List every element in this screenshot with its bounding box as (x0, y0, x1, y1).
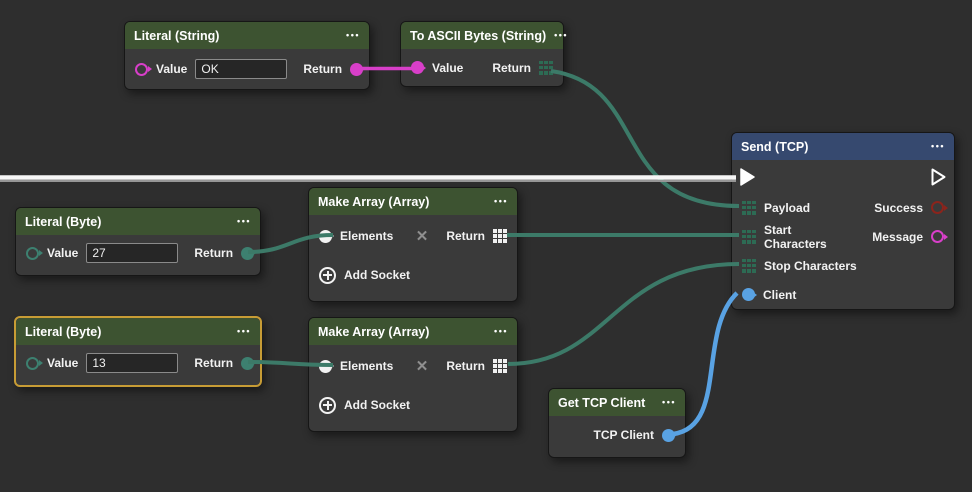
port-value-in[interactable] (135, 63, 148, 76)
wire-array2-to-stop-chars[interactable] (508, 264, 739, 364)
node-title: To ASCII Bytes (String) (410, 29, 546, 43)
value-input[interactable] (195, 59, 287, 79)
value-label: Value (47, 246, 78, 260)
payload-label: Payload (764, 201, 810, 215)
node-header[interactable]: Make Array (Array) ••• (309, 318, 517, 345)
node-header[interactable]: To ASCII Bytes (String) ••• (401, 22, 563, 49)
node-row: Value Return (16, 345, 260, 385)
menu-icon[interactable]: ••• (346, 31, 360, 40)
node-title: Send (TCP) (741, 140, 808, 154)
node-title: Literal (Byte) (25, 325, 101, 339)
value-input[interactable] (86, 243, 178, 263)
menu-icon[interactable]: ••• (494, 197, 508, 206)
node-row: Elements ✕ Return (309, 215, 517, 257)
exec-out-icon[interactable] (931, 168, 946, 186)
menu-icon[interactable]: ••• (494, 327, 508, 336)
node-header[interactable]: Make Array (Array) ••• (309, 188, 517, 215)
port-payload-in[interactable] (742, 201, 756, 215)
node-header[interactable]: Literal (Byte) ••• (16, 208, 260, 235)
node-literal-string-1[interactable]: Literal (String) ••• Value Return (124, 21, 370, 90)
value-label: Value (47, 356, 78, 370)
return-label: Return (303, 62, 342, 76)
node-row: Start Characters Message (732, 222, 954, 251)
port-value-in[interactable] (26, 247, 39, 260)
value-label: Value (156, 62, 187, 76)
return-label: Return (194, 356, 233, 370)
return-label: Return (492, 61, 531, 75)
node-header[interactable]: Get TCP Client ••• (549, 389, 685, 416)
node-header[interactable]: Literal (Byte) ••• (16, 318, 260, 345)
port-tcp-client-out[interactable] (662, 429, 675, 442)
start-characters-label: Start Characters (764, 223, 856, 251)
port-return-array-out[interactable] (493, 359, 507, 373)
node-row: Value Return (16, 235, 260, 275)
return-label: Return (446, 359, 485, 373)
port-value-in[interactable] (26, 357, 39, 370)
node-title: Get TCP Client (558, 396, 645, 410)
remove-socket-icon[interactable]: ✕ (416, 229, 429, 244)
node-make-array-1[interactable]: Make Array (Array) ••• Elements ✕ Return… (308, 187, 518, 302)
menu-icon[interactable]: ••• (931, 142, 945, 151)
value-input[interactable] (86, 353, 178, 373)
node-row: TCP Client (549, 416, 685, 457)
add-socket-icon[interactable] (319, 397, 336, 414)
port-return-array-out[interactable] (493, 229, 507, 243)
node-title: Make Array (Array) (318, 325, 429, 339)
return-label: Return (194, 246, 233, 260)
node-row: Payload Success (732, 193, 954, 222)
node-row: Elements ✕ Return (309, 345, 517, 387)
node-row: Add Socket (309, 387, 517, 431)
node-literal-byte-2[interactable]: Literal (Byte) ••• Value Return (14, 316, 262, 387)
elements-label: Elements (340, 229, 393, 243)
port-client-in[interactable] (742, 288, 755, 301)
node-make-array-2[interactable]: Make Array (Array) ••• Elements ✕ Return… (308, 317, 518, 432)
menu-icon[interactable]: ••• (662, 398, 676, 407)
value-label: Value (432, 61, 463, 75)
node-row: Value Return (401, 49, 563, 86)
add-socket-label[interactable]: Add Socket (344, 268, 410, 282)
success-label: Success (874, 201, 923, 215)
graph-canvas[interactable]: Literal (String) ••• Value Return To ASC… (0, 0, 972, 492)
node-header[interactable]: Send (TCP) ••• (732, 133, 954, 160)
node-title: Make Array (Array) (318, 195, 429, 209)
node-row: Stop Characters (732, 251, 954, 280)
port-stop-characters-in[interactable] (742, 259, 756, 273)
node-literal-byte-1[interactable]: Literal (Byte) ••• Value Return (15, 207, 261, 276)
node-row: Client (732, 280, 954, 309)
tcp-client-label: TCP Client (594, 428, 654, 442)
node-send-tcp[interactable]: Send (TCP) ••• Payload Success Start Cha… (731, 132, 955, 310)
node-title: Literal (Byte) (25, 215, 101, 229)
return-label: Return (446, 229, 485, 243)
node-row: Add Socket (309, 257, 517, 301)
client-label: Client (763, 288, 796, 302)
exec-row (732, 160, 954, 193)
node-to-ascii-bytes[interactable]: To ASCII Bytes (String) ••• Value Return (400, 21, 564, 87)
port-start-characters-in[interactable] (742, 230, 756, 244)
stop-characters-label: Stop Characters (764, 259, 857, 273)
port-message-out[interactable] (931, 230, 944, 243)
exec-in-icon[interactable] (740, 168, 755, 186)
node-header[interactable]: Literal (String) ••• (125, 22, 369, 49)
menu-icon[interactable]: ••• (554, 31, 568, 40)
remove-socket-icon[interactable]: ✕ (416, 359, 429, 374)
message-label: Message (872, 230, 923, 244)
menu-icon[interactable]: ••• (237, 327, 251, 336)
node-row: Value Return (125, 49, 369, 89)
elements-label: Elements (340, 359, 393, 373)
node-title: Literal (String) (134, 29, 219, 43)
add-socket-icon[interactable] (319, 267, 336, 284)
add-socket-label[interactable]: Add Socket (344, 398, 410, 412)
menu-icon[interactable]: ••• (237, 217, 251, 226)
port-success-out[interactable] (931, 201, 944, 214)
node-get-tcp-client[interactable]: Get TCP Client ••• TCP Client (548, 388, 686, 458)
wire-ascii-to-payload[interactable] (551, 71, 739, 206)
